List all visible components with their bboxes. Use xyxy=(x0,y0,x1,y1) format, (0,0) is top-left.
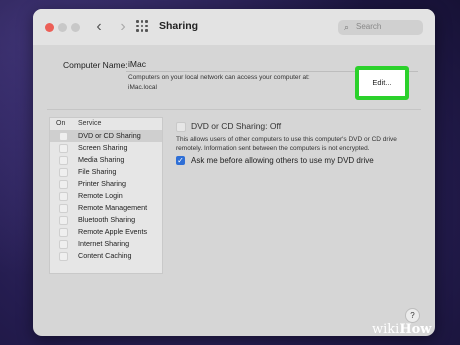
service-checkbox[interactable] xyxy=(59,156,68,165)
computer-name-label: Computer Name: xyxy=(63,60,128,70)
back-arrow-icon[interactable]: ‹ xyxy=(91,18,107,36)
service-checkbox[interactable] xyxy=(59,240,68,249)
watermark-logo: wikiHow xyxy=(372,322,431,337)
service-header-service: Service xyxy=(78,120,102,127)
service-row[interactable]: Media Sharing xyxy=(50,154,162,166)
service-label: Content Caching xyxy=(78,251,132,260)
edit-button[interactable]: Edit... xyxy=(364,76,400,90)
service-list: On Service DVD or CD Sharing Screen Shari… xyxy=(49,117,163,274)
service-checkbox[interactable] xyxy=(59,228,68,237)
service-label: File Sharing xyxy=(78,167,117,176)
service-row[interactable]: Screen Sharing xyxy=(50,142,162,154)
service-header-on: On xyxy=(56,120,66,127)
ask-before-allowing-checkbox[interactable]: ✓ xyxy=(176,156,185,165)
sharing-window: ‹ › Sharing ⌕ Search Computer Name: iMac… xyxy=(33,9,435,336)
local-hostname: iMac.local xyxy=(128,84,157,91)
show-all-grid-icon[interactable] xyxy=(136,20,148,32)
service-row[interactable]: Internet Sharing xyxy=(50,238,162,250)
service-description-continued: remotely. Information sent between the c… xyxy=(176,145,370,152)
edit-button-highlight: Edit... xyxy=(355,66,409,100)
service-label: Printer Sharing xyxy=(78,179,126,188)
computer-name-value: iMac xyxy=(128,59,146,69)
service-checkbox[interactable] xyxy=(59,216,68,225)
service-label: Internet Sharing xyxy=(78,239,130,248)
service-label: Remote Management xyxy=(78,203,148,212)
search-icon: ⌕ xyxy=(344,22,350,32)
window-title: Sharing xyxy=(159,20,199,32)
help-button[interactable]: ? xyxy=(405,308,420,323)
service-checkbox[interactable] xyxy=(59,252,68,261)
forward-arrow-icon[interactable]: › xyxy=(115,18,131,36)
service-checkbox[interactable] xyxy=(59,132,68,141)
computer-name-description: Computers on your local network can acce… xyxy=(128,74,310,81)
service-row[interactable]: DVD or CD Sharing xyxy=(50,130,162,142)
divider xyxy=(47,109,421,110)
service-checkbox[interactable] xyxy=(59,144,68,153)
service-checkbox[interactable] xyxy=(59,180,68,189)
service-row[interactable]: Remote Login xyxy=(50,190,162,202)
service-label: Remote Apple Events xyxy=(78,227,148,236)
service-checkbox[interactable] xyxy=(59,168,68,177)
service-row[interactable]: Remote Apple Events xyxy=(50,226,162,238)
service-checkbox[interactable] xyxy=(59,192,68,201)
minimize-button[interactable] xyxy=(58,23,67,32)
search-input[interactable]: ⌕ Search xyxy=(338,20,423,35)
ask-before-allowing-label: Ask me before allowing others to use my … xyxy=(191,156,374,165)
service-row[interactable]: Bluetooth Sharing xyxy=(50,214,162,226)
service-description: This allows users of other computers to … xyxy=(176,136,397,143)
service-row[interactable]: File Sharing xyxy=(50,166,162,178)
service-label: Screen Sharing xyxy=(78,143,128,152)
service-checkbox[interactable] xyxy=(59,204,68,213)
service-row[interactable]: Remote Management xyxy=(50,202,162,214)
search-placeholder: Search xyxy=(356,22,382,31)
service-label: Remote Login xyxy=(78,191,123,200)
service-label: Media Sharing xyxy=(78,155,125,164)
service-row[interactable]: Content Caching xyxy=(50,250,162,262)
service-label: Bluetooth Sharing xyxy=(78,215,136,224)
service-row[interactable]: Printer Sharing xyxy=(50,178,162,190)
close-button[interactable] xyxy=(45,23,54,32)
zoom-button[interactable] xyxy=(71,23,80,32)
watermark-part2: How xyxy=(399,322,432,337)
title-bar: ‹ › Sharing ⌕ Search xyxy=(33,9,435,45)
service-label: DVD or CD Sharing xyxy=(78,131,141,140)
dvd-sharing-checkbox[interactable] xyxy=(176,122,186,132)
watermark-part1: wiki xyxy=(372,322,400,337)
service-status-title: DVD or CD Sharing: Off xyxy=(191,121,282,131)
